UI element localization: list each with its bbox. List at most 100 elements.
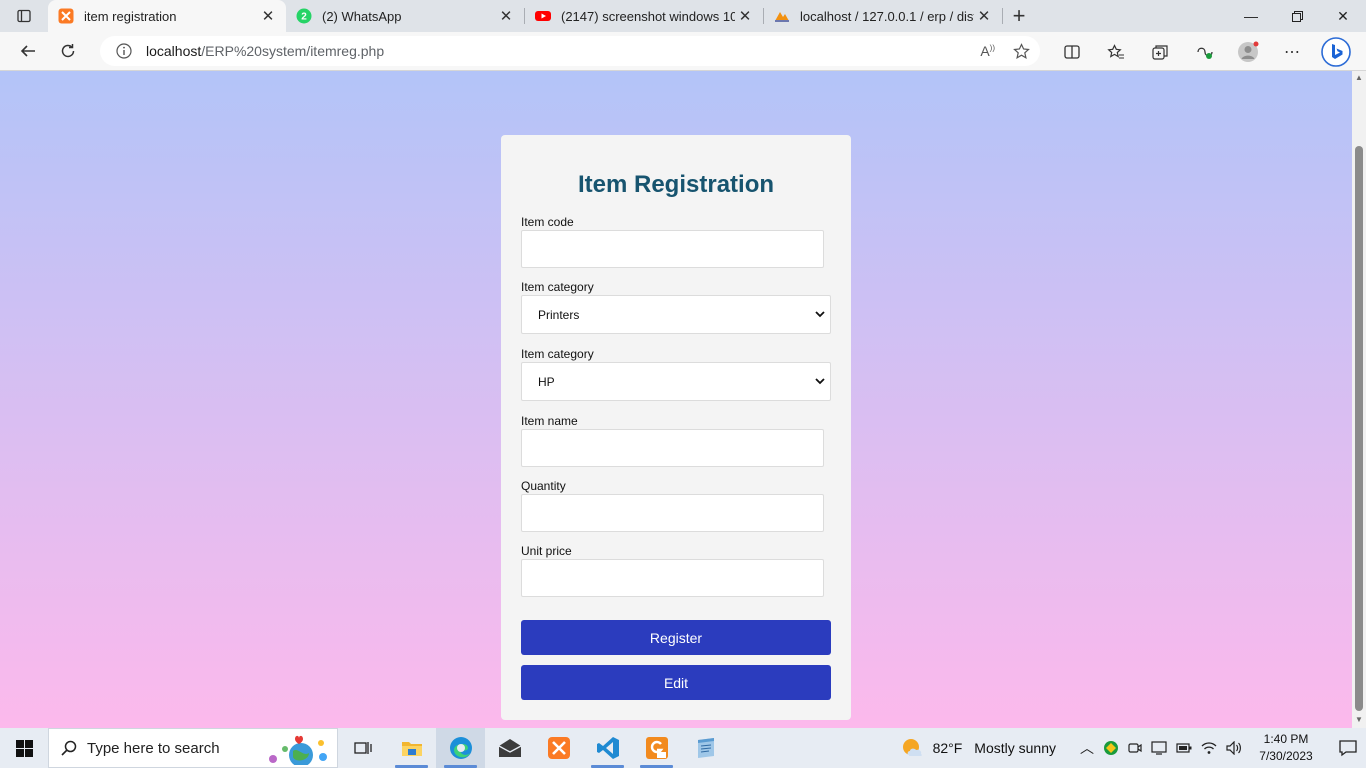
notepad-button[interactable] bbox=[681, 728, 730, 768]
tab-phpmyadmin[interactable]: localhost / 127.0.0.1 / erp / distri ✕ bbox=[764, 0, 1002, 32]
tab-youtube[interactable]: (2147) screenshot windows 10 - Y ✕ bbox=[525, 0, 763, 32]
url-text: localhost/ERP%20system/itemreg.php bbox=[146, 43, 384, 59]
close-window-button[interactable]: ✕ bbox=[1320, 0, 1366, 32]
start-button[interactable] bbox=[0, 728, 48, 768]
favorites-button[interactable] bbox=[1094, 43, 1138, 60]
item-name-input[interactable] bbox=[521, 429, 824, 467]
url-path: /ERP%20system/itemreg.php bbox=[201, 43, 385, 59]
task-view-icon bbox=[353, 742, 372, 754]
item-category-value: Printers bbox=[538, 307, 580, 322]
tab-whatsapp[interactable]: 2 (2) WhatsApp ✕ bbox=[286, 0, 524, 32]
split-screen-icon bbox=[1064, 44, 1080, 59]
bing-copilot-button[interactable] bbox=[1314, 36, 1358, 67]
taskbar-search-box[interactable]: Type here to search bbox=[48, 728, 338, 768]
close-tab-icon[interactable]: ✕ bbox=[974, 6, 994, 26]
windows-taskbar: Type here to search 82°F Mostly sunny ︿ bbox=[0, 728, 1366, 768]
address-bar[interactable]: localhost/ERP%20system/itemreg.php A)) bbox=[100, 36, 1040, 66]
profile-button[interactable] bbox=[1226, 41, 1270, 63]
quantity-label: Quantity bbox=[521, 479, 566, 493]
mail-icon bbox=[498, 739, 521, 757]
registration-form: Item Registration Item code Item categor… bbox=[501, 135, 851, 720]
refresh-button[interactable] bbox=[48, 35, 88, 67]
clock-date: 7/30/2023 bbox=[1259, 749, 1313, 763]
scroll-down-icon[interactable]: ▼ bbox=[1355, 715, 1363, 724]
item-category-select[interactable]: Printers bbox=[521, 295, 831, 334]
minimize-button[interactable]: — bbox=[1228, 0, 1274, 32]
window-controls: — ✕ bbox=[1228, 0, 1366, 32]
vscode-button[interactable] bbox=[583, 728, 632, 768]
unit-price-label: Unit price bbox=[521, 544, 572, 558]
meet-now-icon[interactable] bbox=[1128, 741, 1142, 755]
notification-center-button[interactable] bbox=[1330, 739, 1366, 757]
task-view-button[interactable] bbox=[338, 728, 387, 768]
favorite-star-icon[interactable] bbox=[1013, 42, 1030, 60]
page-scrollbar[interactable]: ▲ ▼ bbox=[1352, 71, 1366, 728]
unit-price-input[interactable] bbox=[521, 559, 824, 597]
volume-icon[interactable] bbox=[1226, 741, 1242, 755]
tray-icons: ︿ bbox=[1080, 738, 1242, 758]
edit-button[interactable]: Edit bbox=[521, 665, 831, 700]
more-icon: ⋯ bbox=[1284, 43, 1300, 61]
page-viewport: Item Registration Item code Item categor… bbox=[0, 71, 1352, 728]
notification-icon bbox=[1339, 740, 1357, 757]
browser-tab-strip: item registration ✕ 2 (2) WhatsApp ✕ (21… bbox=[0, 0, 1366, 32]
phpmyadmin-icon bbox=[774, 8, 790, 24]
pdf-app-button[interactable] bbox=[632, 728, 681, 768]
favorites-icon bbox=[1107, 43, 1124, 58]
security-icon[interactable] bbox=[1103, 740, 1119, 756]
split-screen-button[interactable] bbox=[1050, 44, 1094, 60]
item-brand-value: HP bbox=[538, 374, 555, 389]
plus-icon: + bbox=[1012, 3, 1026, 28]
tab-title: (2) WhatsApp bbox=[322, 8, 402, 24]
item-brand-select[interactable]: HP bbox=[521, 362, 831, 401]
address-bar-actions: A)) bbox=[980, 36, 1030, 66]
close-tab-icon[interactable]: ✕ bbox=[258, 6, 278, 26]
back-button[interactable] bbox=[8, 35, 48, 67]
edge-browser-button[interactable] bbox=[436, 728, 485, 768]
xampp-control-button[interactable] bbox=[534, 728, 583, 768]
close-tab-icon[interactable]: ✕ bbox=[735, 6, 755, 26]
tab-item-registration[interactable]: item registration ✕ bbox=[48, 0, 286, 32]
collections-button[interactable] bbox=[1138, 44, 1182, 60]
scrollbar-thumb[interactable] bbox=[1355, 146, 1363, 711]
windows-logo-icon bbox=[15, 739, 33, 757]
item-name-label: Item name bbox=[521, 414, 578, 428]
tab-actions-button[interactable] bbox=[0, 0, 48, 32]
mail-button[interactable] bbox=[485, 728, 534, 768]
weather-temp: 82°F bbox=[932, 740, 963, 756]
collections-icon bbox=[1151, 44, 1168, 60]
register-button[interactable]: Register bbox=[521, 620, 831, 655]
weather-widget[interactable]: 82°F Mostly sunny bbox=[901, 737, 1056, 759]
vscode-icon bbox=[596, 737, 619, 759]
wifi-icon[interactable] bbox=[1201, 741, 1217, 755]
scroll-up-icon[interactable]: ▲ bbox=[1355, 73, 1363, 82]
tab-title: localhost / 127.0.0.1 / erp / distri bbox=[800, 8, 974, 24]
settings-more-button[interactable]: ⋯ bbox=[1270, 42, 1314, 62]
extensions-button[interactable] bbox=[1182, 44, 1226, 60]
search-highlight-icon bbox=[269, 735, 327, 765]
show-hidden-icons-chevron-icon[interactable]: ︿ bbox=[1080, 738, 1094, 758]
battery-icon[interactable] bbox=[1176, 742, 1192, 754]
browser-toolbar: localhost/ERP%20system/itemreg.php A)) ⋯ bbox=[0, 32, 1366, 71]
display-icon[interactable] bbox=[1151, 741, 1167, 755]
close-tab-icon[interactable]: ✕ bbox=[496, 6, 516, 26]
page-title: Item Registration bbox=[577, 171, 775, 198]
restore-button[interactable] bbox=[1274, 0, 1320, 32]
item-code-input[interactable] bbox=[521, 230, 824, 268]
close-icon: ✕ bbox=[1337, 7, 1349, 24]
folder-icon bbox=[401, 742, 422, 756]
bing-icon bbox=[1321, 36, 1351, 67]
item-brand-label: Item category bbox=[521, 347, 594, 361]
site-info-icon[interactable] bbox=[116, 43, 132, 59]
taskbar-clock[interactable]: 1:40 PM 7/30/2023 bbox=[1254, 731, 1318, 765]
svg-text:2: 2 bbox=[301, 12, 307, 23]
avatar bbox=[1238, 41, 1259, 62]
new-tab-button[interactable]: + bbox=[1003, 0, 1035, 32]
quantity-input[interactable] bbox=[521, 494, 824, 532]
weather-sun-icon bbox=[902, 739, 922, 756]
search-icon bbox=[61, 740, 77, 756]
file-explorer-button[interactable] bbox=[387, 728, 436, 768]
weather-condition: Mostly sunny bbox=[974, 740, 1056, 756]
tab-title: item registration bbox=[84, 8, 177, 24]
read-aloud-icon[interactable]: A)) bbox=[980, 43, 995, 59]
